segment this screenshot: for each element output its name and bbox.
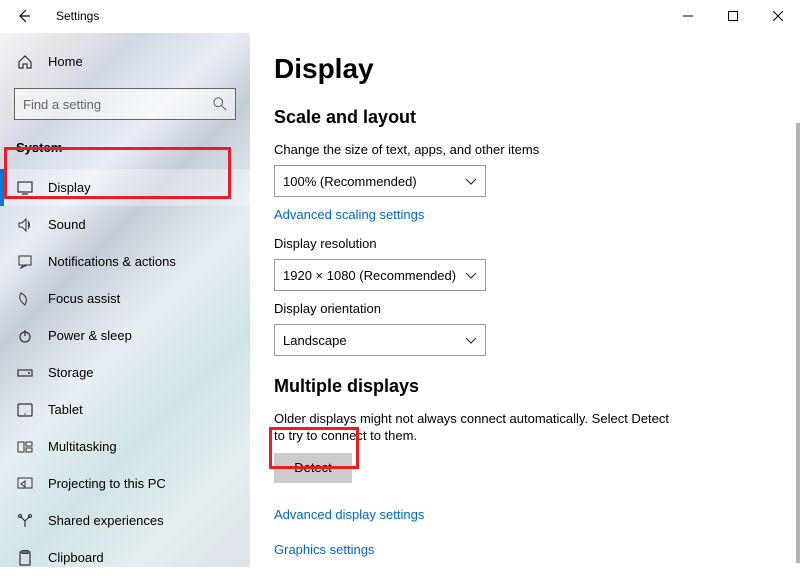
dropdown-value: 1920 × 1080 (Recommended): [283, 268, 456, 283]
power-icon: [16, 327, 34, 345]
section-scale-heading: Scale and layout: [274, 107, 800, 128]
search-icon: [213, 97, 227, 111]
multitasking-icon: [16, 438, 34, 456]
minimize-icon: [683, 11, 693, 21]
sidebar-item-projecting[interactable]: Projecting to this PC: [0, 465, 250, 502]
notifications-icon: [16, 253, 34, 271]
titlebar: Settings: [0, 0, 800, 32]
sidebar-item-label: Clipboard: [48, 550, 104, 565]
projecting-icon: [16, 475, 34, 493]
sidebar-item-storage[interactable]: Storage: [0, 354, 250, 391]
orientation-label: Display orientation: [274, 301, 800, 316]
search-placeholder: Find a setting: [23, 97, 213, 112]
sidebar-item-label: Notifications & actions: [48, 254, 176, 269]
multiple-displays-description: Older displays might not always connect …: [274, 411, 674, 445]
maximize-button[interactable]: [710, 0, 755, 32]
sidebar: Home Find a setting System Display Sound…: [0, 33, 250, 567]
chevron-down-icon: [465, 268, 477, 283]
sidebar-item-label: Power & sleep: [48, 328, 132, 343]
resolution-label: Display resolution: [274, 236, 800, 251]
display-icon: [16, 179, 34, 197]
tablet-icon: [16, 401, 34, 419]
sidebar-item-notifications[interactable]: Notifications & actions: [0, 243, 250, 280]
arrow-left-icon: [16, 8, 32, 24]
sidebar-item-label: Multitasking: [48, 439, 117, 454]
sidebar-item-display[interactable]: Display: [0, 169, 250, 206]
graphics-settings-link[interactable]: Graphics settings: [274, 542, 374, 557]
sidebar-item-home[interactable]: Home: [0, 43, 250, 80]
orientation-dropdown[interactable]: Landscape: [274, 324, 486, 356]
sidebar-item-clipboard[interactable]: Clipboard: [0, 539, 250, 576]
shared-experiences-icon: [16, 512, 34, 530]
sidebar-item-label: Storage: [48, 365, 94, 380]
focus-assist-icon: [16, 290, 34, 308]
sidebar-item-multitasking[interactable]: Multitasking: [0, 428, 250, 465]
content-area: Home Find a setting System Display Sound…: [0, 32, 800, 567]
sidebar-item-label: Shared experiences: [48, 513, 164, 528]
advanced-scaling-link[interactable]: Advanced scaling settings: [274, 207, 424, 222]
scale-size-dropdown[interactable]: 100% (Recommended): [274, 165, 486, 197]
sidebar-item-tablet[interactable]: Tablet: [0, 391, 250, 428]
sidebar-item-focus-assist[interactable]: Focus assist: [0, 280, 250, 317]
dropdown-value: Landscape: [283, 333, 347, 348]
section-multiple-displays-heading: Multiple displays: [274, 376, 800, 397]
sidebar-item-label: Focus assist: [48, 291, 120, 306]
window-controls: [665, 0, 800, 32]
clipboard-icon: [16, 549, 34, 567]
sidebar-item-label: Display: [48, 180, 91, 195]
chevron-down-icon: [465, 333, 477, 348]
dropdown-value: 100% (Recommended): [283, 174, 417, 189]
detect-button[interactable]: Detect: [274, 453, 352, 483]
back-button[interactable]: [8, 0, 40, 32]
storage-icon: [16, 364, 34, 382]
sidebar-item-label: Sound: [48, 217, 86, 232]
advanced-display-link[interactable]: Advanced display settings: [274, 507, 424, 522]
sidebar-item-label: Tablet: [48, 402, 83, 417]
sidebar-item-shared-experiences[interactable]: Shared experiences: [0, 502, 250, 539]
page-title: Display: [274, 53, 800, 85]
minimize-button[interactable]: [665, 0, 710, 32]
sidebar-item-label: Home: [48, 54, 83, 69]
window-title: Settings: [56, 9, 99, 23]
sidebar-item-sound[interactable]: Sound: [0, 206, 250, 243]
sound-icon: [16, 216, 34, 234]
scale-size-label: Change the size of text, apps, and other…: [274, 142, 800, 157]
settings-panel: Display Scale and layout Change the size…: [250, 33, 800, 567]
close-button[interactable]: [755, 0, 800, 32]
close-icon: [773, 11, 783, 21]
sidebar-item-label: Projecting to this PC: [48, 476, 166, 491]
search-input[interactable]: Find a setting: [14, 88, 236, 120]
home-icon: [16, 53, 34, 71]
chevron-down-icon: [465, 174, 477, 189]
sidebar-item-power-sleep[interactable]: Power & sleep: [0, 317, 250, 354]
resolution-dropdown[interactable]: 1920 × 1080 (Recommended): [274, 259, 486, 291]
maximize-icon: [728, 11, 738, 21]
sidebar-category: System: [0, 134, 250, 169]
scrollbar[interactable]: [796, 123, 800, 563]
detect-button-label: Detect: [294, 460, 332, 475]
